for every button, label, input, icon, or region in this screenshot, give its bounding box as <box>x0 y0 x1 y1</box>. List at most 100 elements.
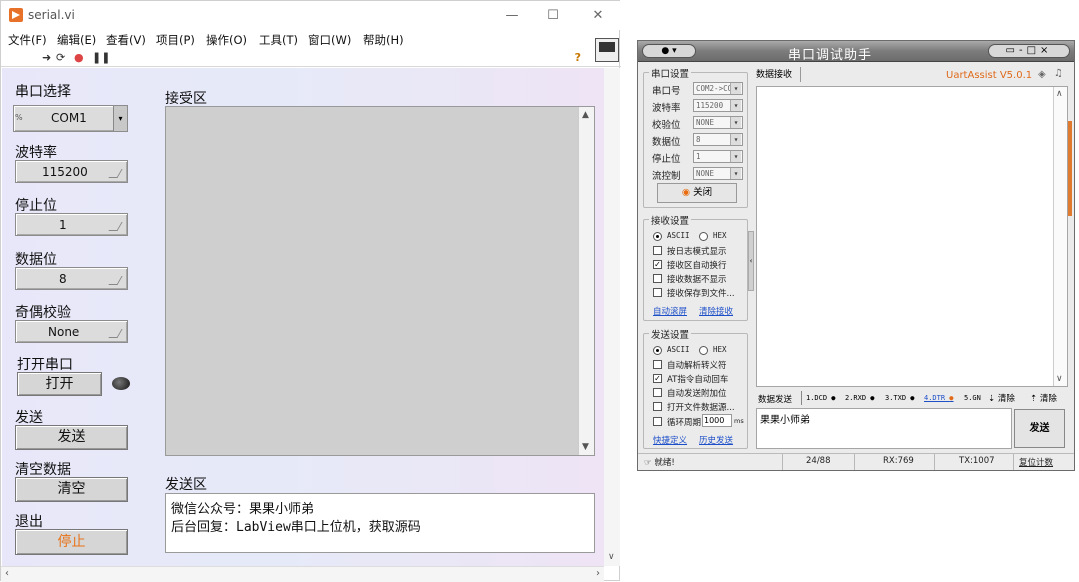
title-bar[interactable]: serial.vi — ☐ ✕ <box>1 1 621 30</box>
receive-scrollbar[interactable]: ▲ ▼ <box>578 107 594 455</box>
clear-label: 清空数据 <box>15 462 71 478</box>
send-button[interactable]: 发送 <box>15 425 128 450</box>
stopbit-ring[interactable]: 1 <box>15 213 128 236</box>
menu-tools[interactable]: 工具(T) <box>259 32 298 48</box>
scroll-up-icon[interactable]: ∧ <box>1056 89 1063 99</box>
uart-title-bar[interactable]: ● ▾ 串口调试助手 ▭-□× <box>638 41 1074 63</box>
abort-icon[interactable]: ● <box>74 51 84 64</box>
databit-label: 数据位 <box>652 137 681 148</box>
scroll-right-icon[interactable]: › <box>596 568 600 579</box>
port-select[interactable]: % COM1 ▾ <box>13 105 128 132</box>
scroll-left-icon[interactable]: ‹ <box>5 568 9 579</box>
recv-option-checkbox[interactable] <box>653 274 662 283</box>
clear-button[interactable]: 清空 <box>15 477 128 502</box>
status-tx: TX:1007 <box>959 456 995 466</box>
recv-ascii-radio[interactable] <box>653 232 662 241</box>
vi-icon <box>595 38 619 62</box>
send-history-link[interactable]: 历史发送 <box>699 434 733 446</box>
signal-dtr[interactable]: 4.DTR ● <box>924 394 954 402</box>
status-ready: ☞ 就绪! <box>644 458 675 468</box>
send-hex-radio[interactable] <box>699 346 708 355</box>
reset-count-button[interactable]: 复位计数 <box>1019 456 1053 468</box>
send-ascii-radio[interactable] <box>653 346 662 355</box>
window-controls-icon[interactable]: ▭-□× <box>988 44 1070 58</box>
menu-project[interactable]: 项目(P) <box>156 32 195 48</box>
clear-receive-link[interactable]: 清除接收 <box>699 305 733 317</box>
recv-option-checkbox[interactable]: ✓ <box>653 260 662 269</box>
databit-ring[interactable]: 8 <box>15 267 128 290</box>
baud-select[interactable]: 115200 <box>693 99 743 112</box>
recv-option-label: 按日志模式显示 <box>667 247 727 257</box>
recv-tab[interactable]: 数据接收 <box>756 67 801 82</box>
databit-label: 数据位 <box>15 252 57 268</box>
ring-arrow-icon <box>108 276 123 285</box>
version-label: UartAssist V5.0.1 <box>946 70 1033 81</box>
receive-settings-title: 接收设置 <box>649 213 692 227</box>
close-button[interactable]: ✕ <box>576 5 620 27</box>
stop-button[interactable]: 停止 <box>15 529 128 555</box>
clear-send-button[interactable]: ⇣ 清除 <box>988 392 1015 404</box>
recv-hex-radio[interactable] <box>699 232 708 241</box>
cycle-unit: ms <box>734 417 744 425</box>
parity-ring[interactable]: None <box>15 320 128 343</box>
recv-option-label: 接收保存到文件... <box>667 289 735 299</box>
serial-settings-title: 串口设置 <box>649 66 692 80</box>
recv-option-checkbox[interactable] <box>653 288 662 297</box>
send-tab[interactable]: 数据发送 <box>758 393 792 405</box>
system-menu-icon[interactable]: ● ▾ <box>642 44 696 58</box>
scroll-down-icon[interactable]: ▼ <box>582 442 589 452</box>
auto-scroll-link[interactable]: 自动滚屏 <box>653 305 687 317</box>
cycle-checkbox[interactable] <box>653 417 662 426</box>
context-help-icon[interactable]: ? <box>575 51 581 64</box>
quick-define-link[interactable]: 快捷定义 <box>653 434 687 446</box>
ring-arrow-icon <box>108 222 123 231</box>
receive-area[interactable]: ▲ ▼ <box>165 106 595 456</box>
send-area[interactable]: 微信公众号：果果小师弟 后台回复：LabView串口上位机，获取源码 <box>165 493 595 553</box>
panel-vertical-scrollbar[interactable]: ∨ <box>604 68 620 566</box>
receive-settings-group: 接收设置 ASCII HEX 按日志模式显示 ✓ 接收区自动换行 接收数据不显示… <box>643 213 748 321</box>
send-option-checkbox[interactable]: ✓ <box>653 374 662 383</box>
parity-select[interactable]: NONE <box>693 116 743 129</box>
recv-option-label: 接收数据不显示 <box>667 275 727 285</box>
uart-assist-window: ● ▾ 串口调试助手 ▭-□× 串口设置 串口号 COM2->CO 波特率 11… <box>637 40 1075 471</box>
settings-icon[interactable]: ◈ <box>1038 69 1046 80</box>
send-option-checkbox[interactable] <box>653 388 662 397</box>
signal-dcd: 1.DCD ● <box>806 394 836 402</box>
databit-select[interactable]: 8 <box>693 133 743 146</box>
scroll-down-icon[interactable]: ∨ <box>608 552 615 562</box>
scroll-down-icon[interactable]: ∨ <box>1056 374 1063 384</box>
run-continuously-icon[interactable]: ⟳ <box>56 51 65 64</box>
open-port-button[interactable]: 打开 <box>17 372 102 396</box>
maximize-button[interactable]: ☐ <box>531 5 575 27</box>
baud-ring[interactable]: 115200 <box>15 160 128 183</box>
uart-send-input[interactable]: 果果小师弟 <box>756 408 1012 449</box>
flow-select[interactable]: NONE <box>693 167 743 180</box>
clear-all-button[interactable]: ⇡ 清除 <box>1030 392 1057 404</box>
uart-window-title: 串口调试助手 <box>788 48 873 63</box>
bell-icon[interactable]: ♫ <box>1054 68 1063 79</box>
panel-horizontal-scrollbar[interactable]: ‹ › <box>1 566 604 582</box>
stopbit-select[interactable]: 1 <box>693 150 743 163</box>
send-option-checkbox[interactable] <box>653 402 662 411</box>
send-label: 发送 <box>15 410 43 426</box>
send-option-checkbox[interactable] <box>653 360 662 369</box>
collapse-panel-icon[interactable]: ‹ <box>748 231 754 291</box>
menu-help[interactable]: 帮助(H) <box>363 32 404 48</box>
recv-option-checkbox[interactable] <box>653 246 662 255</box>
menu-operate[interactable]: 操作(O) <box>206 32 247 48</box>
menu-edit[interactable]: 编辑(E) <box>57 32 96 48</box>
uart-receive-area[interactable]: ∧ ∨ <box>756 86 1068 387</box>
menu-view[interactable]: 查看(V) <box>106 32 146 48</box>
scroll-up-icon[interactable]: ▲ <box>582 110 589 120</box>
minimize-button[interactable]: — <box>490 5 534 27</box>
port-select[interactable]: COM2->CO <box>693 82 743 95</box>
close-port-button[interactable]: ◉ 关闭 <box>657 183 737 203</box>
uart-send-button[interactable]: 发送 <box>1014 409 1065 448</box>
uart-receive-scrollbar[interactable]: ∧ ∨ <box>1053 87 1067 386</box>
dropdown-arrow-icon[interactable]: ▾ <box>113 106 127 131</box>
cycle-input[interactable]: 1000 <box>702 414 732 427</box>
run-arrow-icon[interactable]: ➜ <box>42 51 51 64</box>
menu-file[interactable]: 文件(F) <box>8 32 47 48</box>
menu-window[interactable]: 窗口(W) <box>308 32 351 48</box>
pause-icon[interactable]: ❚❚ <box>92 51 110 64</box>
